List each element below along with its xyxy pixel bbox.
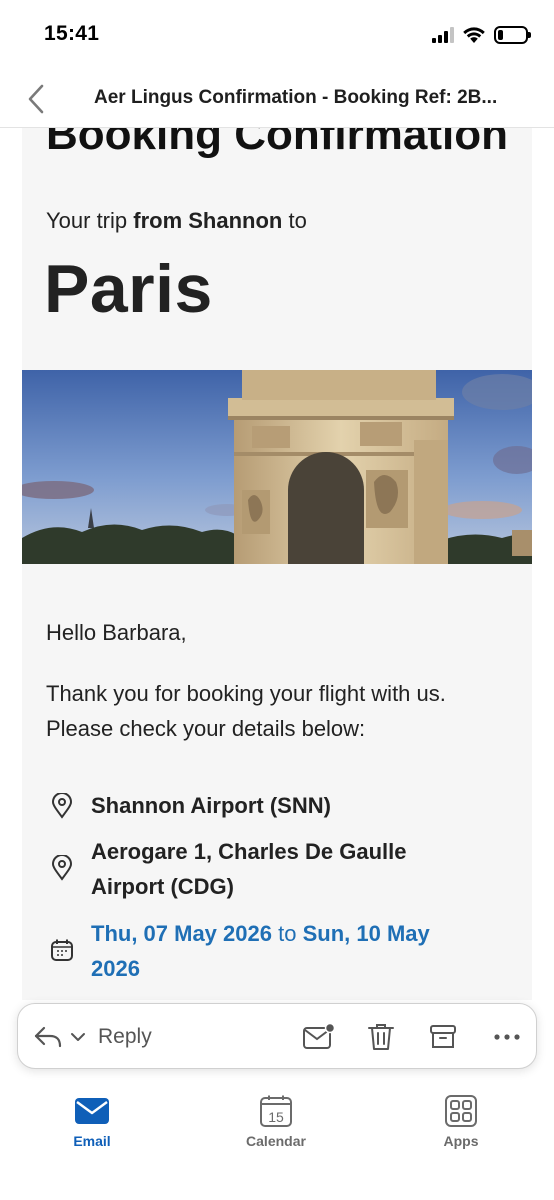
trip-from: from Shannon <box>133 208 283 233</box>
email-header: Aer Lingus Confirmation - Booking Ref: 2… <box>0 70 554 128</box>
origin-airport: Shannon Airport (SNN) <box>91 793 331 818</box>
calendar-icon <box>48 936 76 964</box>
reply-button[interactable]: Reply <box>34 1021 152 1053</box>
date-to: to <box>278 921 297 946</box>
status-time: 15:41 <box>44 22 100 45</box>
status-bar: 15:41 <box>0 0 554 70</box>
tab-calendar-label: Calendar <box>246 1133 306 1149</box>
destination-airport-line-2: Airport (CDG) <box>91 874 234 899</box>
date-start[interactable]: Thu, 07 May 2026 <box>91 921 272 946</box>
reply-label: Reply <box>98 1025 152 1048</box>
chevron-down-icon[interactable] <box>70 1031 86 1043</box>
tab-calendar[interactable]: 15 Calendar <box>221 1090 331 1160</box>
location-pin-icon <box>48 854 76 882</box>
trip-prefix: Your trip <box>46 208 128 233</box>
calendar-day: 15 <box>268 1109 284 1125</box>
calendar-icon: 15 <box>257 1092 295 1130</box>
chevron-left-icon <box>28 84 44 114</box>
more-icon <box>494 1034 520 1040</box>
battery-icon <box>494 26 531 44</box>
date-end-year[interactable]: 2026 <box>91 951 511 986</box>
tab-apps-label: Apps <box>443 1133 479 1149</box>
email-subject: Aer Lingus Confirmation - Booking Ref: 2… <box>94 87 498 108</box>
travel-dates[interactable]: Thu, 07 May 2026 to Sun, 10 May 2026 <box>91 916 511 986</box>
thanks-line-2: Please check your details below: <box>46 716 366 741</box>
destination-airport-line-1: Aerogare 1, Charles De Gaulle <box>91 839 407 864</box>
tab-apps[interactable]: Apps <box>406 1090 516 1160</box>
date-end[interactable]: Sun, 10 May <box>303 921 430 946</box>
reply-icon <box>34 1026 62 1048</box>
email-body: Booking Confirmation Your trip from Shan… <box>22 100 532 1000</box>
travel-dates-line-1: Thu, 07 May 2026 to Sun, 10 May <box>91 916 511 951</box>
arc-de-triomphe-image <box>22 370 532 564</box>
email-icon <box>73 1092 111 1130</box>
mark-unread-button[interactable] <box>302 1020 336 1054</box>
tab-email-label: Email <box>73 1133 111 1149</box>
apps-icon <box>442 1092 480 1130</box>
destination-row: Aerogare 1, Charles De Gaulle Airport (C… <box>46 834 516 906</box>
destination-title: Paris <box>44 251 213 327</box>
greeting: Hello Barbara, <box>46 620 187 645</box>
status-icons <box>432 24 531 46</box>
tab-bar: Email 15 Calendar Apps <box>0 1080 554 1200</box>
cellular-signal-icon <box>432 27 454 43</box>
back-button[interactable] <box>18 80 54 118</box>
origin-row: Shannon Airport (SNN) <box>46 788 516 824</box>
dates-row: Thu, 07 May 2026 to Sun, 10 May 2026 <box>46 916 516 988</box>
trip-suffix: to <box>288 208 307 233</box>
wifi-icon <box>463 27 485 43</box>
archive-icon <box>430 1025 456 1048</box>
destination-airport: Aerogare 1, Charles De Gaulle Airport (C… <box>91 834 511 904</box>
message-action-bar: Reply <box>17 1003 537 1069</box>
tab-email[interactable]: Email <box>37 1090 147 1160</box>
location-pin-icon <box>48 792 76 820</box>
thanks-text: Thank you for booking your flight with u… <box>46 676 516 746</box>
archive-button[interactable] <box>426 1020 460 1054</box>
mark-unread-icon <box>303 1023 336 1049</box>
more-button[interactable] <box>490 1020 524 1054</box>
thanks-line-1: Thank you for booking your flight with u… <box>46 681 446 706</box>
trip-line: Your trip from Shannon to <box>46 208 307 234</box>
delete-button[interactable] <box>364 1020 398 1054</box>
trash-icon <box>368 1024 394 1050</box>
